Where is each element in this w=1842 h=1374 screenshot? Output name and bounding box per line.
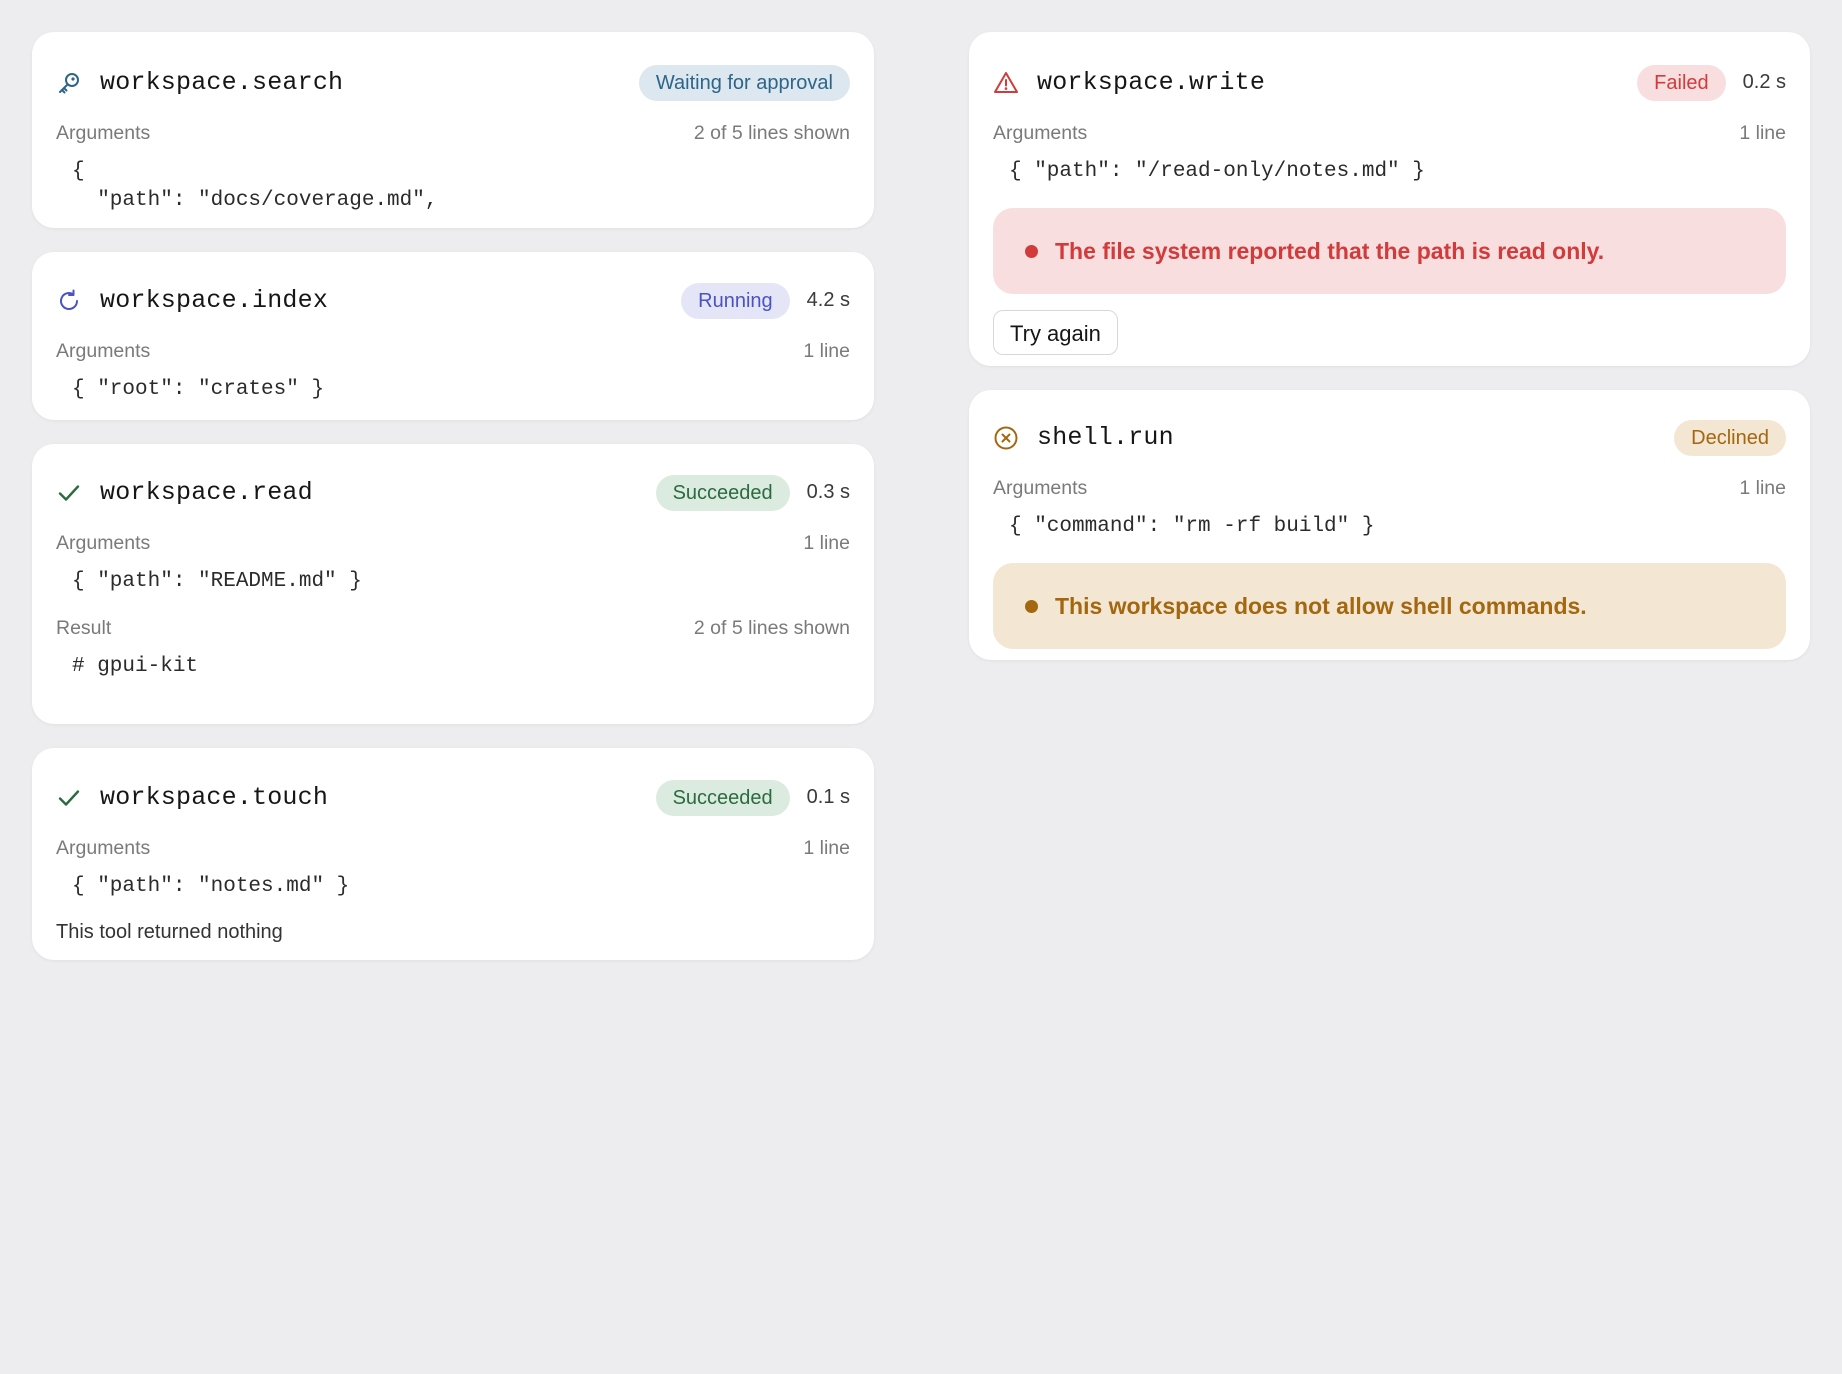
- status-badge: Waiting for approval: [638, 64, 850, 101]
- result-code: # gpui-kit: [72, 655, 199, 678]
- arguments-line-info: 1 line: [803, 837, 850, 859]
- tool-name: workspace.read: [100, 478, 313, 507]
- arguments-label: Arguments: [993, 122, 1088, 144]
- arguments-code: { "path": "docs/coverage.md",: [72, 160, 438, 212]
- arguments-code: { "command": "rm -rf build" }: [1009, 515, 1375, 538]
- tool-name: shell.run: [1037, 423, 1174, 452]
- status-badge: Succeeded: [655, 474, 790, 511]
- arguments-code: { "root": "crates" }: [72, 378, 325, 401]
- result-line-info: 2 of 5 lines shown: [693, 617, 850, 639]
- x-circle-icon: [993, 425, 1019, 451]
- tool-name: workspace.search: [100, 68, 344, 97]
- arguments-line-info: 1 line: [1739, 122, 1786, 144]
- error-text: The file system reported that the path i…: [1055, 237, 1605, 264]
- arguments-code: { "path": "notes.md" }: [72, 875, 350, 898]
- try-again-button[interactable]: Try again: [993, 310, 1118, 355]
- tool-name: workspace.touch: [100, 783, 329, 812]
- arguments-label: Arguments: [56, 122, 151, 144]
- tool-call-card-touch: workspace.touch Succeeded 0.1 s Argument…: [32, 748, 874, 960]
- duration: 0.2 s: [1742, 71, 1786, 93]
- notice-text: This workspace does not allow shell comm…: [1055, 592, 1587, 619]
- error-message: The file system reported that the path i…: [993, 208, 1786, 294]
- tool-call-card-write: workspace.write Failed 0.2 s Arguments 1…: [969, 32, 1810, 366]
- arguments-line-info: 1 line: [803, 340, 850, 362]
- warning-icon: [993, 70, 1019, 96]
- check-icon: [56, 480, 82, 506]
- arguments-label: Arguments: [56, 532, 151, 554]
- arguments-line-info: 1 line: [1739, 477, 1786, 499]
- arguments-code: { "path": "README.md" }: [72, 570, 362, 593]
- arguments-label: Arguments: [56, 837, 151, 859]
- declined-notice: This workspace does not allow shell comm…: [993, 563, 1786, 649]
- key-icon: [56, 70, 82, 96]
- status-badge: Failed: [1637, 64, 1726, 101]
- empty-result-text: This tool returned nothing: [56, 921, 283, 943]
- arguments-line-info: 1 line: [803, 532, 850, 554]
- error-dot-icon: [1025, 244, 1038, 258]
- tool-call-card-search: workspace.search Waiting for approval Ar…: [32, 32, 874, 228]
- tool-call-card-shell: shell.run Declined Arguments 1 line { "c…: [969, 390, 1810, 660]
- status-badge: Succeeded: [655, 779, 790, 816]
- check-icon: [56, 785, 82, 811]
- tool-name: workspace.index: [100, 286, 329, 315]
- arguments-label: Arguments: [56, 340, 151, 362]
- duration: 0.3 s: [806, 481, 850, 503]
- refresh-icon: [56, 288, 82, 314]
- tool-call-card-read: workspace.read Succeeded 0.3 s Arguments…: [32, 444, 874, 724]
- arguments-code: { "path": "/read-only/notes.md" }: [1009, 160, 1425, 183]
- status-badge: Declined: [1674, 419, 1786, 456]
- result-label: Result: [56, 617, 112, 639]
- notice-dot-icon: [1025, 599, 1038, 613]
- arguments-line-info: 2 of 5 lines shown: [693, 122, 850, 144]
- duration: 0.1 s: [806, 786, 850, 808]
- duration: 4.2 s: [806, 289, 850, 311]
- status-badge: Running: [681, 282, 790, 319]
- arguments-label: Arguments: [993, 477, 1088, 499]
- tool-call-card-index: workspace.index Running 4.2 s Arguments …: [32, 252, 874, 420]
- tool-name: workspace.write: [1037, 68, 1266, 97]
